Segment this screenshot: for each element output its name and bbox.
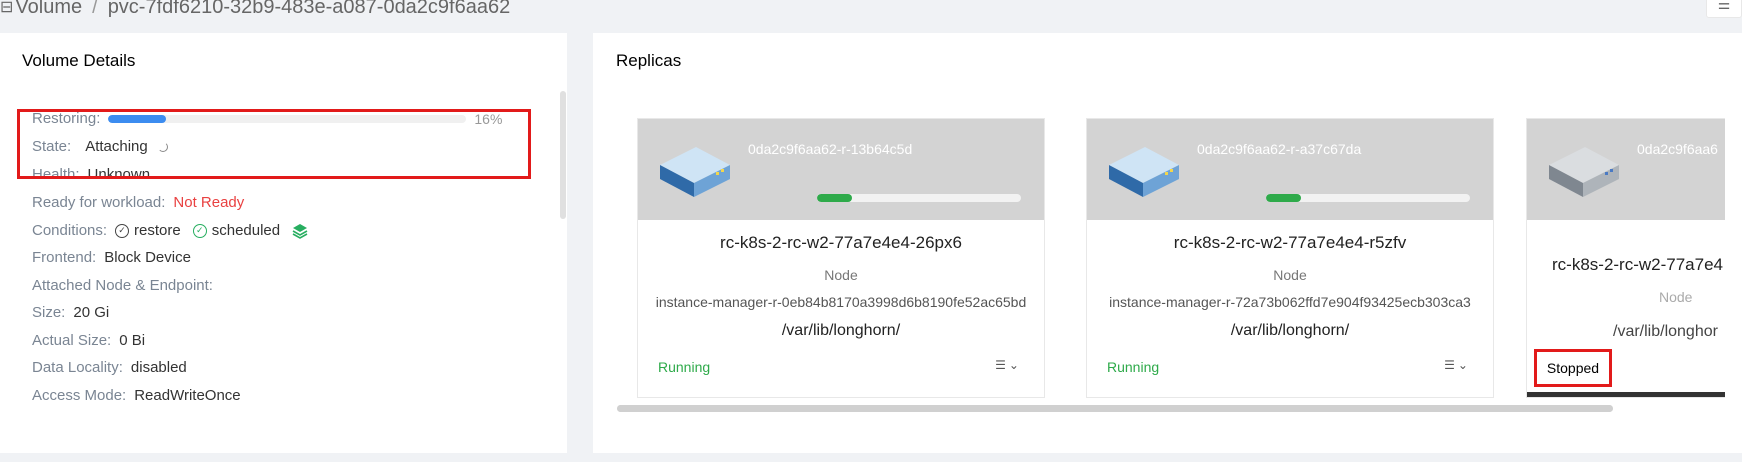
list-icon: ☰ [995, 358, 1006, 372]
replica-status-stopped: Stopped [1534, 349, 1612, 387]
breadcrumb: ⊟ Volume / pvc-7fdf6210-32b9-483e-a087-0… [0, 0, 510, 20]
replica-status: Running [1107, 359, 1160, 375]
list-view-button[interactable]: ☰ [1706, 0, 1742, 18]
ready-label: Ready for workload: [32, 194, 166, 211]
breadcrumb-separator: / [92, 0, 98, 18]
access-mode-label: Access Mode: [32, 387, 127, 404]
replica-card-bottom-bar [1527, 392, 1725, 397]
replicas-horizontal-scrollbar[interactable] [617, 405, 1613, 412]
replica-id: 0da2c9f6aa62-r-a37c67da [1197, 141, 1362, 157]
replica-id: 0da2c9f6aa62-r-13b64c5d [748, 141, 913, 157]
hard-disk-icon [1549, 147, 1619, 197]
breadcrumb-current: pvc-7fdf6210-32b9-483e-a087-0da2c9f6aa62 [107, 0, 511, 18]
data-locality-label: Data Locality: [32, 359, 123, 376]
hard-disk-icon [1109, 147, 1179, 197]
replica-card-header: 0da2c9f6aa62-r-13b64c5d [638, 119, 1044, 220]
ready-row: Ready for workload: Not Ready [32, 194, 244, 211]
replica-progress-fill [817, 194, 852, 202]
replica-node-label: Node [1273, 267, 1307, 283]
breadcrumb-root[interactable]: Volume [15, 0, 82, 19]
replica-node-label: Node [1659, 289, 1693, 305]
restoring-highlight-box [17, 109, 531, 179]
replicas-title: Replicas [616, 51, 682, 70]
replica-progress-bar [817, 194, 1021, 202]
replica-node-label: Node [824, 267, 858, 283]
chevron-down-icon: ⌄ [1008, 358, 1019, 372]
replica-menu-button[interactable]: ☰ ⌄ [1439, 355, 1473, 375]
condition-scheduled: scheduled [211, 222, 281, 239]
replica-card[interactable]: 0da2c9f6aa6 rc-k8s-2-rc-w2-77a7e4 Node /… [1526, 118, 1725, 398]
replica-path: /var/lib/longhor [1613, 323, 1718, 340]
attached-row: Attached Node & Endpoint: [32, 277, 221, 294]
check-circle-icon: ✓ [192, 223, 207, 238]
ready-value: Not Ready [173, 194, 245, 211]
hard-disk-icon [660, 147, 730, 197]
data-locality-row: Data Locality: disabled [32, 359, 187, 376]
chevron-down-icon: ⌄ [1457, 358, 1468, 372]
replica-name: rc-k8s-2-rc-w2-77a7e4e4-26px6 [720, 233, 962, 252]
size-row: Size: 20 Gi [32, 304, 109, 321]
details-scrollbar[interactable] [560, 91, 566, 219]
replica-card[interactable]: 0da2c9f6aa62-r-a37c67da rc-k8s-2-rc-w2-7… [1086, 118, 1494, 398]
actual-size-value: 0 Bi [119, 332, 146, 349]
replica-path: /var/lib/longhorn/ [781, 322, 901, 339]
actual-size-row: Actual Size: 0 Bi [32, 332, 145, 349]
list-icon: ☰ [1717, 0, 1731, 12]
actual-size-label: Actual Size: [32, 332, 112, 349]
replica-name: rc-k8s-2-rc-w2-77a7e4e4-r5zfv [1173, 233, 1407, 252]
replica-id: 0da2c9f6aa6 [1637, 141, 1718, 157]
size-label: Size: [32, 304, 66, 321]
replica-name: rc-k8s-2-rc-w2-77a7e4 [1552, 255, 1723, 274]
replica-status: Running [658, 359, 711, 375]
replica-menu-button[interactable]: ☰ ⌄ [990, 355, 1024, 375]
list-icon: ☰ [1444, 358, 1455, 372]
scrollbar-thumb[interactable] [617, 405, 1613, 412]
data-locality-value: disabled [130, 359, 187, 376]
replicas-carousel: 0da2c9f6aa62-r-13b64c5d rc-k8s-2-rc-w2-7… [637, 118, 1725, 404]
access-mode-value: ReadWriteOnce [134, 387, 241, 404]
replica-card-header: 0da2c9f6aa6 [1527, 119, 1725, 220]
database-icon: ⊟ [0, 0, 14, 16]
access-mode-row: Access Mode: ReadWriteOnce [32, 387, 241, 404]
conditions-row: Conditions: ✓ restore ✓ scheduled [32, 222, 308, 239]
frontend-row: Frontend: Block Device [32, 249, 191, 266]
conditions-label: Conditions: [32, 222, 108, 239]
check-circle-icon: ✓ [115, 223, 130, 238]
layers-icon[interactable] [292, 223, 308, 239]
replica-node[interactable]: instance-manager-r-72a73b062ffd7e904f934… [1087, 294, 1493, 310]
replica-path: /var/lib/longhorn/ [1230, 322, 1350, 339]
replica-node[interactable]: instance-manager-r-0eb84b8170a3998d6b819… [638, 294, 1044, 310]
replica-card-header: 0da2c9f6aa62-r-a37c67da [1087, 119, 1493, 220]
replica-progress-bar [1266, 194, 1470, 202]
volume-details-title: Volume Details [22, 51, 136, 70]
replica-progress-fill [1266, 194, 1301, 202]
condition-restore: restore [134, 222, 181, 239]
frontend-value: Block Device [104, 249, 191, 266]
replica-card[interactable]: 0da2c9f6aa62-r-13b64c5d rc-k8s-2-rc-w2-7… [637, 118, 1045, 398]
size-value: 20 Gi [73, 304, 110, 321]
frontend-label: Frontend: [32, 249, 97, 266]
attached-label: Attached Node & Endpoint: [32, 277, 213, 294]
